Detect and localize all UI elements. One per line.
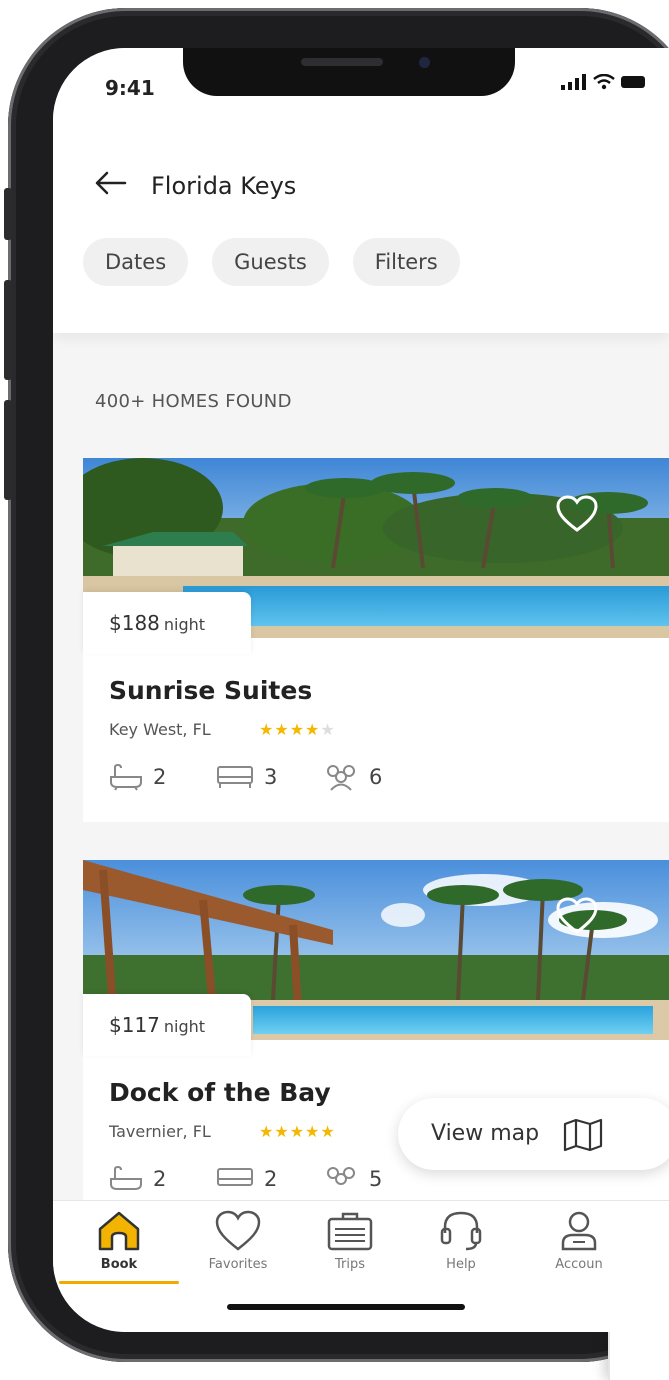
bottom-tab-bar: Book Favorites Trips Help Accoun <box>53 1200 669 1332</box>
dates-filter-pill[interactable]: Dates <box>83 238 189 286</box>
guests-filter-pill[interactable]: Guests <box>212 238 329 286</box>
home-icon <box>98 1211 140 1251</box>
tab-favorites[interactable]: Favorites <box>178 1209 298 1272</box>
wifi-icon <box>593 74 615 90</box>
bath-count: 2 <box>153 765 167 789</box>
tab-trips[interactable]: Trips <box>290 1209 410 1272</box>
mute-switch <box>4 188 12 240</box>
tab-label: Trips <box>334 1257 365 1272</box>
tab-label: Favorites <box>208 1257 268 1272</box>
bed-icon <box>217 1168 253 1186</box>
price-tag: $117 night <box>83 994 251 1056</box>
status-icons <box>561 74 647 90</box>
bed-count: 3 <box>264 765 278 789</box>
app-screen: 9:41 Florida Keys Dates Guests Filters 4… <box>53 48 669 1332</box>
tab-account[interactable]: Accoun <box>519 1209 639 1272</box>
home-indicator <box>227 1304 465 1310</box>
headset-icon <box>440 1211 482 1251</box>
bath-count: 2 <box>153 1167 167 1191</box>
star-rating: ★★★★★ <box>259 1122 336 1141</box>
results-count: 400+ HOMES FOUND <box>95 391 292 412</box>
signal-icon <box>561 74 586 90</box>
bath-amenity: 2 <box>109 1165 166 1193</box>
price-unit: night <box>163 615 206 634</box>
battery-icon <box>621 76 645 88</box>
bed-amenity: 2 <box>216 1165 277 1193</box>
guest-amenity: 6 <box>323 763 382 791</box>
volume-up-button <box>4 280 12 380</box>
active-tab-indicator <box>59 1281 179 1284</box>
favorite-heart-icon[interactable] <box>555 896 599 936</box>
price-unit: night <box>163 1017 206 1036</box>
speaker-grille <box>301 58 383 66</box>
status-time: 9:41 <box>105 76 155 100</box>
user-icon <box>561 1211 597 1251</box>
bath-amenity: 2 <box>109 763 166 791</box>
listing-location: Tavernier, FL <box>109 1122 211 1141</box>
front-camera <box>419 57 430 68</box>
tab-label: Accoun <box>555 1257 603 1272</box>
map-icon <box>563 1118 603 1152</box>
people-icon <box>327 1167 355 1185</box>
tab-label: Help <box>446 1257 476 1272</box>
bathtub-icon <box>110 1165 142 1190</box>
people-icon <box>327 765 355 791</box>
listing-name[interactable]: Sunrise Suites <box>109 676 312 705</box>
guest-count: 5 <box>369 1167 383 1191</box>
price-amount: $117 <box>109 1013 160 1037</box>
tab-book[interactable]: Book <box>59 1209 179 1272</box>
price-tag: $188 night <box>83 592 251 654</box>
listing-location: Key West, FL <box>109 720 211 739</box>
bed-count: 2 <box>264 1167 278 1191</box>
filters-pill[interactable]: Filters <box>352 238 460 286</box>
favorite-heart-icon[interactable] <box>555 494 599 534</box>
back-arrow-icon[interactable] <box>93 170 127 202</box>
bathtub-icon <box>110 763 142 791</box>
view-map-button[interactable]: View map <box>398 1098 669 1170</box>
price-amount: $188 <box>109 611 160 635</box>
filter-pills: Dates Guests Filters <box>83 238 460 286</box>
page-title: Florida Keys <box>151 172 297 200</box>
tab-help[interactable]: Help <box>401 1209 521 1272</box>
guest-count: 6 <box>369 765 383 789</box>
guest-amenity: 5 <box>323 1165 382 1193</box>
briefcase-icon <box>327 1212 373 1251</box>
view-map-label: View map <box>431 1121 540 1146</box>
bed-icon <box>217 766 253 788</box>
notch <box>183 48 515 96</box>
star-rating: ★★★★★ <box>259 720 336 739</box>
listing-name[interactable]: Dock of the Bay <box>109 1078 331 1107</box>
listing-card[interactable]: $188 night Sunrise Suites Key West, FL ★★… <box>83 458 669 822</box>
bed-amenity: 3 <box>216 763 277 791</box>
tab-label: Book <box>100 1257 138 1272</box>
volume-down-button <box>4 400 12 500</box>
heart-icon <box>215 1210 261 1251</box>
